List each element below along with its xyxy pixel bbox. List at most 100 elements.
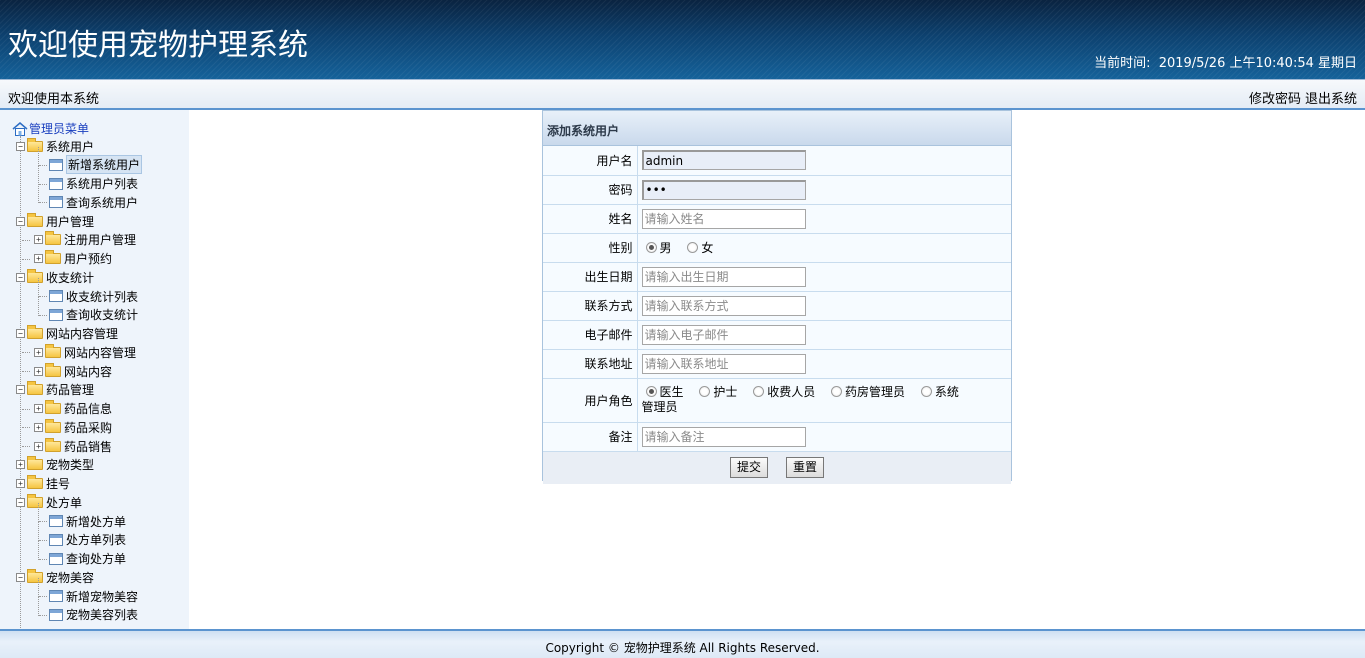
- welcome-bar: 欢迎使用本系统 修改密码 退出系统: [0, 79, 1365, 110]
- tree-leaf[interactable]: 新增处方单: [38, 503, 127, 530]
- tree-connector: [39, 314, 47, 316]
- change-password-link[interactable]: 修改密码: [1249, 92, 1301, 107]
- tree-connector: [39, 539, 47, 541]
- tree-item-label: 药品销售: [64, 439, 113, 454]
- expand-icon[interactable]: +: [34, 441, 43, 451]
- tree-leaf[interactable]: 宠物美容列表: [38, 596, 138, 624]
- welcome-text: 欢迎使用本系统: [8, 92, 100, 107]
- tree-leaf[interactable]: 收支统计列表: [38, 278, 138, 305]
- tree-subfolder[interactable]: + 药品采购: [22, 418, 112, 436]
- expand-icon[interactable]: +: [34, 347, 43, 357]
- expand-icon[interactable]: +: [34, 404, 43, 413]
- folder-icon: [45, 250, 61, 264]
- username-input[interactable]: [641, 150, 806, 171]
- folder-icon: [27, 212, 43, 227]
- footer: Copyright © 宠物护理系统 All Rights Reserved.: [0, 629, 1365, 658]
- tree-folder[interactable]: − 宠物美容: [16, 568, 94, 586]
- expand-icon[interactable]: +: [34, 254, 43, 263]
- radio-button[interactable]: [831, 386, 843, 397]
- tree-connector: [22, 408, 30, 410]
- birthdate-input[interactable]: [641, 266, 806, 287]
- tree-subfolder[interactable]: + 用户预约: [22, 250, 112, 268]
- logout-link[interactable]: 退出系统: [1305, 92, 1357, 107]
- address-input[interactable]: [641, 353, 806, 374]
- role-label: 用户角色: [543, 378, 638, 423]
- tree-root-admin-menu[interactable]: 管理员菜单: [12, 120, 89, 137]
- collapse-icon[interactable]: −: [16, 572, 25, 582]
- radio-button[interactable]: [920, 386, 932, 397]
- tree-folder[interactable]: − 处方单: [16, 493, 82, 511]
- tree-item-label: 查询系统用户: [66, 195, 139, 210]
- role-option-doctor[interactable]: 医生: [645, 385, 684, 399]
- tree-folder[interactable]: + 挂号: [16, 475, 70, 493]
- tree-item-label: 网站内容: [64, 364, 113, 379]
- collapse-icon[interactable]: −: [16, 272, 25, 282]
- collapse-icon[interactable]: −: [16, 216, 25, 226]
- tree-leaf[interactable]: 新增系统用户: [38, 146, 143, 175]
- role-option-cashier[interactable]: 收费人员: [753, 385, 815, 399]
- tree-subfolder[interactable]: + 药品信息: [22, 400, 112, 418]
- tree-folder[interactable]: − 药品管理: [16, 381, 94, 399]
- tree-folder[interactable]: − 系统用户: [16, 137, 94, 155]
- collapse-icon[interactable]: −: [16, 141, 25, 151]
- sidebar-menu: 管理员菜单 − 系统用户 新增系统用户 系统用户列表查询系统用户 − 用户管理 + 注册用户管…: [0, 110, 189, 629]
- radio-button-checked[interactable]: [645, 242, 657, 253]
- password-label: 密码: [543, 175, 638, 205]
- radio-button[interactable]: [699, 386, 711, 397]
- tree-folder[interactable]: − 网站内容管理: [16, 325, 118, 343]
- tree-connector: [39, 164, 47, 166]
- email-input[interactable]: [641, 324, 806, 345]
- reset-button[interactable]: 重置: [786, 456, 825, 478]
- form-table: 用户名 密码 姓名 性别 男 女 出生日期 联系方式 电子邮件: [543, 146, 1011, 452]
- folder-icon: [45, 231, 61, 246]
- expand-icon[interactable]: +: [34, 235, 43, 245]
- tree-leaf[interactable]: 新增宠物美容: [38, 578, 138, 605]
- tree-folder[interactable]: − 收支统计: [16, 268, 94, 286]
- tree-connector: [38, 596, 39, 616]
- collapse-icon[interactable]: −: [16, 497, 25, 507]
- remark-input[interactable]: [641, 426, 806, 447]
- tree-item-label: 宠物类型: [46, 458, 95, 473]
- radio-button-checked[interactable]: [645, 386, 657, 397]
- form-row-name: 姓名: [543, 204, 1011, 234]
- tree-item-label: 处方单: [46, 495, 83, 510]
- tree-item-label: 新增处方单: [66, 514, 127, 529]
- collapse-icon[interactable]: −: [16, 329, 25, 338]
- tree-subfolder[interactable]: + 注册用户管理: [22, 231, 136, 249]
- page-icon: [49, 308, 63, 321]
- tree-subfolder[interactable]: + 网站内容: [22, 362, 113, 380]
- role-option-nurse[interactable]: 护士: [699, 385, 737, 399]
- radio-button[interactable]: [753, 386, 765, 397]
- tree-item-label: 网站内容管理: [64, 345, 137, 360]
- gender-option-male[interactable]: 男: [645, 241, 672, 255]
- expand-icon[interactable]: +: [16, 460, 25, 470]
- tree-subfolder[interactable]: + 药品销售: [22, 437, 113, 455]
- tree-leaf[interactable]: 处方单列表: [38, 521, 126, 549]
- tree-leaf[interactable]: 查询处方单: [38, 540, 127, 568]
- tree-item-label: 查询处方单: [66, 552, 127, 566]
- page-icon: [49, 158, 63, 171]
- tree-leaf[interactable]: 查询系统用户: [38, 184, 139, 211]
- role-option-system-admin[interactable]: 系统: [920, 385, 959, 399]
- password-input[interactable]: [641, 179, 806, 200]
- folder-icon: [27, 325, 43, 339]
- contact-input[interactable]: [641, 295, 806, 316]
- expand-icon[interactable]: +: [34, 366, 43, 376]
- tree-item-label: 药品管理: [46, 383, 95, 398]
- tree-leaf[interactable]: 查询收支统计: [38, 296, 138, 324]
- tree-connector: [39, 296, 47, 297]
- expand-icon[interactable]: +: [16, 479, 25, 488]
- collapse-icon[interactable]: −: [16, 385, 25, 395]
- tree-folder[interactable]: + 宠物类型: [16, 456, 94, 474]
- tree-subfolder[interactable]: + 网站内容管理: [22, 343, 137, 361]
- expand-icon[interactable]: +: [34, 422, 43, 432]
- tree-folder[interactable]: − 用户管理: [16, 212, 94, 230]
- tree-leaf[interactable]: 系统用户列表: [38, 165, 138, 193]
- tree-item-label: 收支统计: [46, 270, 95, 285]
- submit-button[interactable]: 提交: [729, 456, 768, 478]
- name-input[interactable]: [641, 208, 806, 229]
- current-time: 当前时间: 2019/5/26 上午10:40:54 星期日: [1090, 52, 1357, 71]
- gender-option-female[interactable]: 女: [687, 241, 713, 255]
- role-option-pharmacist[interactable]: 药房管理员: [831, 385, 905, 399]
- radio-button[interactable]: [687, 242, 699, 253]
